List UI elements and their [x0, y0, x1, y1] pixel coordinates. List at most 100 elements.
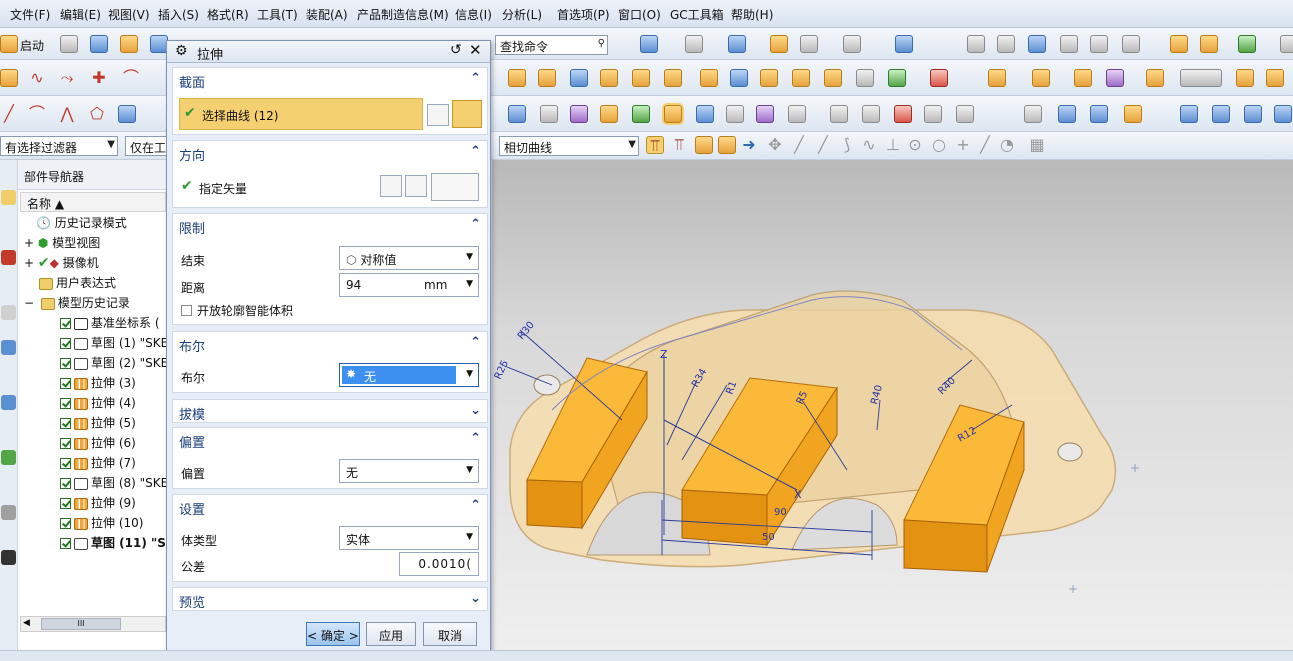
- horizontal-scrollbar[interactable]: ◀ III: [20, 616, 166, 632]
- sketch-icon[interactable]: [0, 69, 18, 87]
- stop-at-intersection-icon[interactable]: ⫪: [646, 136, 664, 155]
- expand-icon[interactable]: +: [24, 236, 34, 250]
- box-view-icon[interactable]: [830, 105, 848, 123]
- tree-item-extrude-6[interactable]: 拉伸 (6): [60, 434, 136, 454]
- visibility-checkbox[interactable]: [60, 398, 71, 409]
- menu-help[interactable]: 帮助(H): [731, 6, 773, 23]
- tree-item-extrude-5[interactable]: 拉伸 (5): [60, 414, 136, 434]
- menu-preferences[interactable]: 首选项(P): [557, 6, 610, 23]
- vector-select-dropdown[interactable]: [431, 173, 479, 201]
- thread-icon[interactable]: [856, 69, 874, 87]
- history-tab-icon[interactable]: [1, 450, 16, 465]
- background-icon[interactable]: [843, 35, 861, 53]
- limits-heading[interactable]: 限制: [179, 218, 205, 237]
- tree-item-extrude-3[interactable]: 拉伸 (3): [60, 374, 136, 394]
- open-file-icon[interactable]: [90, 35, 108, 53]
- edge-blend-icon[interactable]: [1074, 69, 1092, 87]
- existing-point-icon[interactable]: +: [954, 136, 972, 154]
- more-icon[interactable]: [1280, 35, 1293, 53]
- shade-icon[interactable]: [1124, 105, 1142, 123]
- scrollbar-thumb[interactable]: III: [41, 618, 121, 630]
- decal-icon[interactable]: [788, 105, 806, 123]
- graphics-window[interactable]: R30 R25 R34 R1 R5 R40 R40 R12 90 50 Z X …: [492, 160, 1293, 650]
- collapse-icon[interactable]: ⌃: [470, 498, 481, 513]
- revolve-icon[interactable]: [538, 69, 556, 87]
- image-icon[interactable]: [894, 105, 912, 123]
- part-navigator-tab-icon[interactable]: [1, 190, 16, 205]
- scale-icon[interactable]: [1266, 69, 1284, 87]
- emboss-icon[interactable]: [700, 69, 718, 87]
- trim-icon[interactable]: ⤳: [58, 69, 76, 87]
- point-on-surface-icon[interactable]: ◔: [998, 136, 1016, 154]
- roles-tab-icon[interactable]: [1, 550, 16, 565]
- sketch-curve-icon[interactable]: [718, 136, 736, 154]
- studio-icon[interactable]: [726, 105, 744, 123]
- sketch-section-button[interactable]: [427, 104, 449, 126]
- menu-format[interactable]: 格式(R): [207, 6, 249, 23]
- search-icon[interactable]: ⚲: [598, 38, 605, 49]
- reset-icon[interactable]: ↺: [450, 42, 462, 58]
- render-style-icon[interactable]: [685, 35, 703, 53]
- menu-gc-toolbox[interactable]: GC工具箱: [670, 6, 724, 23]
- tree-item-user-expressions[interactable]: 用户表达式: [36, 274, 116, 294]
- start-icon[interactable]: [0, 35, 18, 53]
- select-curve-row[interactable]: ✔ 选择曲线 (12): [179, 98, 423, 130]
- profile-icon[interactable]: ∿: [28, 69, 46, 87]
- menu-info[interactable]: 信息(I): [455, 6, 492, 23]
- menu-file[interactable]: 文件(F): [10, 6, 50, 23]
- pattern-icon[interactable]: [760, 69, 778, 87]
- trim-body-icon[interactable]: [1146, 69, 1164, 87]
- section-heading[interactable]: 截面: [179, 72, 205, 91]
- visual-icon[interactable]: [862, 105, 880, 123]
- display-icon[interactable]: [1058, 105, 1076, 123]
- clip-icon[interactable]: [924, 105, 942, 123]
- visibility-checkbox[interactable]: [60, 458, 71, 469]
- web-browser-tab-icon[interactable]: [1, 395, 16, 410]
- new-file-icon[interactable]: [60, 35, 78, 53]
- body-type-select[interactable]: 实体 ▼: [339, 526, 479, 550]
- column-header-name[interactable]: 名称 ▲: [20, 192, 166, 212]
- fit-view-icon[interactable]: [640, 35, 658, 53]
- type-filter-select[interactable]: 有选择过滤器 ▼: [0, 136, 118, 156]
- system-materials-tab-icon[interactable]: [1, 505, 16, 520]
- curve-rule-select[interactable]: 相切曲线 ▼: [499, 136, 639, 156]
- hole-icon[interactable]: [570, 69, 588, 87]
- snap-icon[interactable]: [1028, 35, 1046, 53]
- collapse-icon[interactable]: ⌃: [470, 71, 481, 86]
- light-icon[interactable]: [632, 105, 650, 123]
- edit-object-icon[interactable]: [1170, 35, 1188, 53]
- direction-heading[interactable]: 方向: [179, 145, 205, 164]
- tolerance-input[interactable]: 0.0010(: [399, 552, 479, 576]
- surface-icon[interactable]: [118, 105, 136, 123]
- constraint-navigator-tab-icon[interactable]: [1, 305, 16, 320]
- scroll-left-icon[interactable]: ◀: [23, 618, 30, 628]
- paint-icon[interactable]: [570, 105, 588, 123]
- tree-item-cameras[interactable]: + ✔◆ 摄像机: [24, 254, 99, 274]
- color-icon[interactable]: [1090, 105, 1108, 123]
- menu-view[interactable]: 视图(V): [108, 6, 150, 23]
- visibility-checkbox[interactable]: [60, 498, 71, 509]
- plane-icon[interactable]: [1090, 35, 1108, 53]
- distance-input[interactable]: 94 mm ▼: [339, 273, 479, 297]
- menu-insert[interactable]: 插入(S): [158, 6, 199, 23]
- cube-view-icon[interactable]: [728, 35, 746, 53]
- offset-heading[interactable]: 偏置: [179, 432, 205, 451]
- tree-item-extrude-4[interactable]: 拉伸 (4): [60, 394, 136, 414]
- chamfer-icon[interactable]: [1106, 69, 1124, 87]
- extrude-feature-icon[interactable]: [508, 69, 526, 87]
- studio-spline-icon[interactable]: ⋀: [58, 105, 76, 123]
- quadrant-icon[interactable]: ○: [930, 136, 948, 154]
- menu-window[interactable]: 窗口(O): [618, 6, 661, 23]
- layer-icon[interactable]: [770, 35, 788, 53]
- material-icon[interactable]: [600, 105, 618, 123]
- section-view-icon[interactable]: [956, 105, 974, 123]
- texture-icon[interactable]: [756, 105, 774, 123]
- visibility-checkbox[interactable]: [60, 538, 71, 549]
- collapse-icon[interactable]: −: [24, 296, 34, 310]
- visibility-checkbox[interactable]: [60, 358, 71, 369]
- collapse-icon[interactable]: ⌃: [470, 431, 481, 446]
- arc-icon[interactable]: ⌒: [28, 105, 46, 123]
- analysis-icon[interactable]: [997, 35, 1015, 53]
- preview-heading[interactable]: 预览: [179, 592, 205, 611]
- tree-item-sketch-1[interactable]: 草图 (1) "SKE: [60, 334, 168, 354]
